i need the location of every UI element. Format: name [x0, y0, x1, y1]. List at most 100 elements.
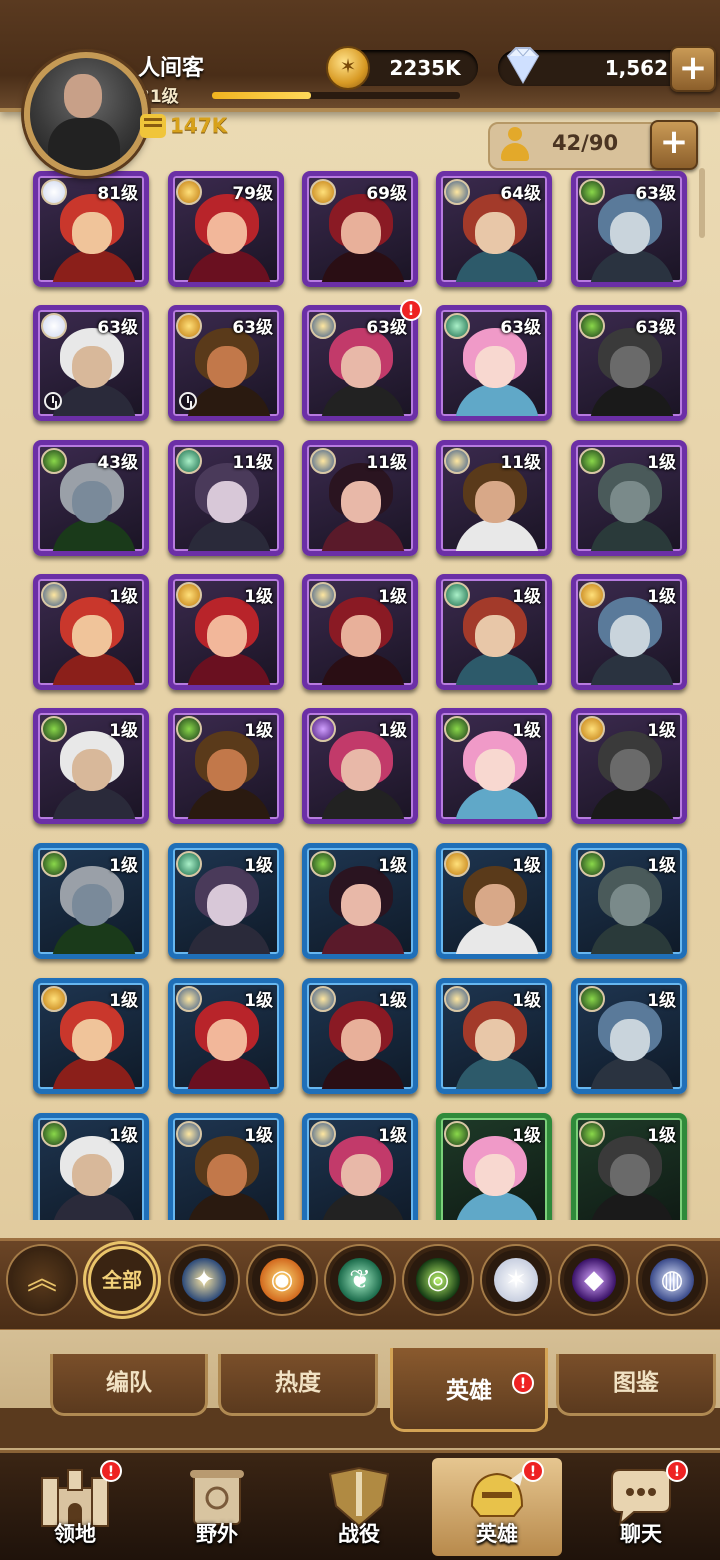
nav-label: 战役 — [338, 1522, 380, 1546]
hero-card[interactable]: 63级 — [302, 305, 418, 421]
hero-level: 1级 — [512, 991, 541, 1011]
lightbearer-faction-icon — [41, 986, 67, 1012]
hero-card[interactable]: 1级 — [571, 1113, 687, 1220]
maulers-filter-button[interactable]: ◉ — [248, 1246, 316, 1314]
hero-card[interactable]: 1级 — [33, 574, 149, 690]
lightbearer-filter-button[interactable]: ✦ — [170, 1246, 238, 1314]
hero-level: 1级 — [244, 721, 273, 741]
nav-chat-bubble[interactable]: 聊天! — [576, 1458, 706, 1556]
all-filter-button[interactable]: 全部 — [88, 1246, 156, 1314]
player-name: 人间客 — [138, 56, 205, 81]
hero-card[interactable]: 1级 — [571, 574, 687, 690]
hero-card[interactable]: 1级 — [571, 708, 687, 824]
wilder-filter-button[interactable]: ❦ — [326, 1246, 394, 1314]
nav-castle[interactable]: 领地! — [10, 1458, 140, 1556]
wilder-faction-icon — [444, 313, 470, 339]
hero-grid: 81级 79级 69级 64级 63级 63级 63级 63级! 63级 63级 43级 11级 11级… — [0, 168, 720, 1220]
hero-card[interactable]: 63级 — [571, 171, 687, 287]
hero-card[interactable]: 79级 — [168, 171, 284, 287]
hero-card[interactable]: 63级 — [33, 305, 149, 421]
collapse-filter-button[interactable]: ︽ — [8, 1246, 76, 1314]
hero-level: 1级 — [647, 453, 676, 473]
celestial-faction-icon — [41, 313, 67, 339]
hero-level: 69级 — [366, 184, 407, 204]
hero-card[interactable]: 1级 — [436, 1113, 552, 1220]
gold-coin-icon — [326, 46, 370, 90]
power-value: 147K — [170, 113, 228, 138]
graveborn-faction-icon — [579, 313, 605, 339]
hero-card[interactable]: 1级 — [302, 843, 418, 959]
hero-card[interactable]: 63级 — [168, 305, 284, 421]
hero-card[interactable]: 1级 — [168, 978, 284, 1094]
hero-level: 79级 — [232, 184, 273, 204]
graveborn-filter-button[interactable]: ◎ — [404, 1246, 472, 1314]
hero-card[interactable]: 1级 — [436, 708, 552, 824]
alert-badge: ! — [400, 299, 422, 321]
lightbearer-faction-icon — [176, 179, 202, 205]
hero-card[interactable]: 1级 — [302, 1113, 418, 1220]
nav-label: 领地 — [54, 1522, 96, 1546]
graveborn-faction-icon — [579, 448, 605, 474]
hero-level: 63级 — [97, 318, 138, 338]
hero-card[interactable]: 1级 — [571, 978, 687, 1094]
hero-card[interactable]: 11级 — [168, 440, 284, 556]
hero-card[interactable]: 11级 — [302, 440, 418, 556]
hero-level: 1级 — [647, 721, 676, 741]
combat-power: 147K — [140, 112, 227, 142]
hero-level: 1级 — [378, 991, 407, 1011]
hero-card[interactable]: 1级 — [571, 843, 687, 959]
hero-card[interactable]: 1级 — [302, 708, 418, 824]
hero-card[interactable]: 64级 — [436, 171, 552, 287]
nav-hero-helmet[interactable]: 英雄! — [432, 1458, 562, 1556]
dimensional-filter-button[interactable]: ◍ — [638, 1246, 706, 1314]
hero-card[interactable]: 63级 — [436, 305, 552, 421]
tab-0[interactable]: 编队 — [50, 1354, 208, 1416]
hero-level: 1级 — [378, 587, 407, 607]
diamond-icon — [506, 47, 540, 85]
hero-card[interactable]: 1级 — [436, 843, 552, 959]
heroes-screen: 人间客 31级 147K 2235K 1,562 + 42/90 + 81级79… — [0, 0, 720, 1560]
lightbearer-star-faction-icon — [310, 1121, 336, 1147]
hero-card[interactable]: 11级 — [436, 440, 552, 556]
tab-1[interactable]: 热度 — [218, 1354, 378, 1416]
buy-diamonds-button[interactable]: + — [670, 46, 716, 92]
hero-card[interactable]: 1级 — [436, 574, 552, 690]
hero-card[interactable]: 1级 — [33, 978, 149, 1094]
hero-card[interactable]: 1级 — [302, 978, 418, 1094]
lightbearer-faction-icon — [176, 582, 202, 608]
hero-card[interactable]: 1级 — [168, 574, 284, 690]
nav-label: 英雄 — [476, 1522, 518, 1546]
hypogean-filter-button[interactable]: ◆ — [560, 1246, 628, 1314]
celestial-filter-button[interactable]: ✶ — [482, 1246, 550, 1314]
lightbearer-star-faction-icon — [444, 448, 470, 474]
hero-card[interactable]: 1级 — [436, 978, 552, 1094]
hero-card[interactable]: 1级 — [33, 843, 149, 959]
nav-label: 聊天 — [620, 1522, 662, 1546]
hero-card[interactable]: 1级 — [168, 843, 284, 959]
hero-card[interactable]: 43级 — [33, 440, 149, 556]
lightbearer-faction-icon — [176, 313, 202, 339]
xp-bar-fill — [212, 92, 312, 99]
hero-grid-scrollbar[interactable] — [699, 168, 705, 238]
maulers-icon-glyph: ◉ — [270, 1265, 294, 1295]
hero-level: 1级 — [244, 991, 273, 1011]
hero-card[interactable]: 1级 — [168, 1113, 284, 1220]
hero-card[interactable]: 1级 — [302, 574, 418, 690]
nav-scroll-map[interactable]: 野外 — [152, 1458, 282, 1556]
hero-card[interactable]: 1级 — [33, 708, 149, 824]
hero-card[interactable]: 81级 — [33, 171, 149, 287]
nav-sword-shield[interactable]: 战役 — [294, 1458, 424, 1556]
gold-value: 2235K — [389, 56, 461, 80]
hero-level: 1级 — [512, 721, 541, 741]
hero-card[interactable]: 1级 — [168, 708, 284, 824]
tab-3[interactable]: 图鉴 — [556, 1354, 716, 1416]
expand-capacity-button[interactable]: + — [650, 120, 698, 170]
hero-card[interactable]: 69级 — [302, 171, 418, 287]
graveborn-faction-icon — [41, 851, 67, 877]
hero-level: 11级 — [366, 453, 407, 473]
player-avatar[interactable] — [24, 52, 148, 176]
hero-card[interactable]: 1级 — [571, 440, 687, 556]
alert-badge: ! — [522, 1460, 544, 1482]
hero-card[interactable]: 1级 — [33, 1113, 149, 1220]
hero-card[interactable]: 63级 — [571, 305, 687, 421]
